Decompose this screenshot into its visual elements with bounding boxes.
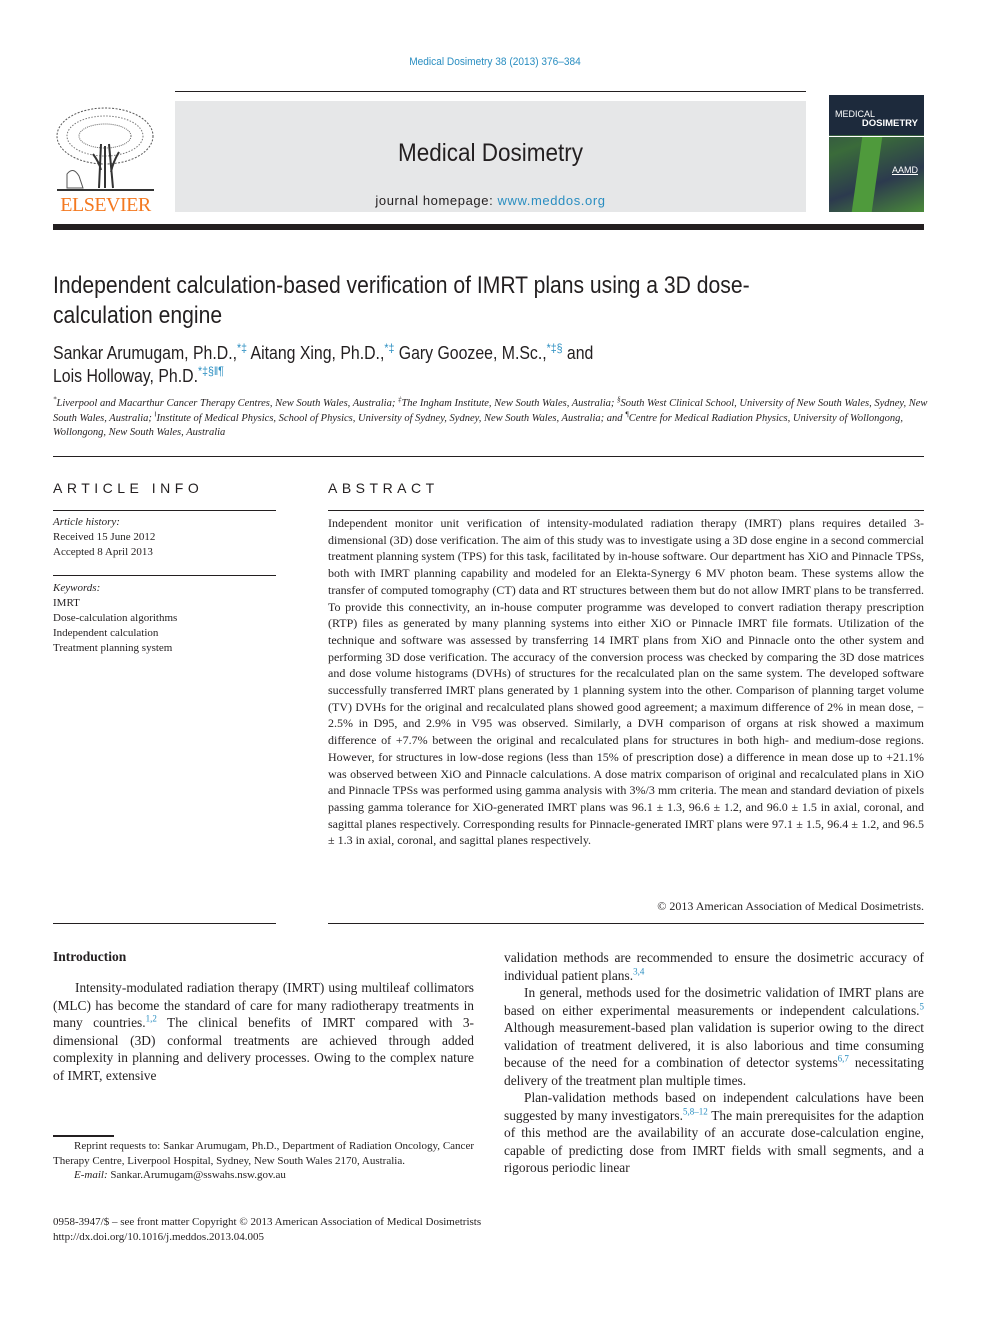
introduction-column-left: Intensity-modulated radiation therapy (I… <box>53 979 474 1084</box>
author-name[interactable]: Lois Holloway, Ph.D. <box>53 366 198 386</box>
issn-copyright: 0958-3947/$ – see front matter Copyright… <box>53 1216 482 1228</box>
page-footer: 0958-3947/$ – see front matter Copyright… <box>53 1215 613 1244</box>
divider <box>53 456 924 457</box>
journal-homepage: journal homepage: www.meddos.org <box>175 193 806 208</box>
author-name[interactable]: Aitang Xing, Ph.D., <box>251 343 385 363</box>
author-affiliation-marks[interactable]: *‡§ <box>547 341 563 355</box>
keyword: IMRT <box>53 597 80 609</box>
email-line: E-mail: Sankar.Arumugam@sswahs.nsw.gov.a… <box>53 1168 474 1183</box>
affiliations: *Liverpool and Macarthur Cancer Therapy … <box>53 396 933 441</box>
keywords-label: Keywords: <box>53 582 101 594</box>
author-affiliation-marks[interactable]: *‡ <box>237 341 247 355</box>
author-name[interactable]: Gary Goozee, M.Sc., <box>399 343 547 363</box>
history-label: Article history: <box>53 516 120 528</box>
author-list: Sankar Arumugam, Ph.D.,*‡ Aitang Xing, P… <box>53 342 845 388</box>
author-name[interactable]: Sankar Arumugam, Ph.D., <box>53 343 237 363</box>
article-title: Independent calculation-based verificati… <box>53 272 750 329</box>
citation-link[interactable]: 3,4 <box>633 966 644 976</box>
keyword: Dose-calculation algorithms <box>53 612 178 624</box>
divider <box>53 575 276 576</box>
abstract-heading: ABSTRACT <box>328 480 439 496</box>
divider <box>328 510 924 511</box>
reprint-requests: Reprint requests to: Sankar Arumugam, Ph… <box>53 1140 474 1167</box>
citation-link[interactable]: 5,8–12 <box>683 1106 708 1116</box>
divider <box>53 510 276 511</box>
footnote-rule <box>53 1135 114 1137</box>
journal-name: Medical Dosimetry <box>397 139 584 167</box>
introduction-heading: Introduction <box>53 949 127 964</box>
author-affiliation-marks[interactable]: *‡ <box>384 341 394 355</box>
affiliation: Liverpool and Macarthur Cancer Therapy C… <box>56 398 396 409</box>
citation-link[interactable]: 1,2 <box>146 1014 157 1024</box>
paragraph: In general, methods used for the dosimet… <box>504 984 924 1089</box>
homepage-label: journal homepage: <box>375 193 494 208</box>
keyword: Independent calculation <box>53 627 159 639</box>
cover-badge: AAMD <box>891 165 918 175</box>
keyword: Treatment planning system <box>53 642 173 654</box>
journal-cover[interactable]: MEDICAL DOSIMETRY AAMD <box>829 95 924 212</box>
email-label: E-mail: <box>74 1169 108 1181</box>
email-address[interactable]: Sankar.Arumugam@sswahs.nsw.gov.au <box>110 1169 286 1181</box>
doi-link[interactable]: http://dx.doi.org/10.1016/j.meddos.2013.… <box>53 1230 613 1245</box>
paragraph: Plan-validation methods based on indepen… <box>504 1089 924 1177</box>
abstract-copyright: © 2013 American Association of Medical D… <box>657 899 924 913</box>
affiliation: Institute of Medical Physics, School of … <box>156 412 623 424</box>
journal-citation[interactable]: Medical Dosimetry 38 (2013) 376–384 <box>40 56 951 68</box>
divider <box>53 923 276 924</box>
divider <box>328 923 924 924</box>
accepted-date: Accepted 8 April 2013 <box>53 546 153 558</box>
article-info-heading: ARTICLE INFO <box>53 480 204 496</box>
keywords: Keywords: IMRT Dose-calculation algorith… <box>53 581 276 656</box>
paragraph: validation methods are recommended to en… <box>504 949 924 984</box>
author-affiliation-marks[interactable]: *‡§‖¶ <box>198 364 224 378</box>
paragraph-text: In general, methods used for the dosimet… <box>504 985 924 1018</box>
citation-link[interactable]: 5 <box>920 1001 925 1011</box>
cover-title-line2: DOSIMETRY <box>861 118 918 129</box>
homepage-link[interactable]: www.meddos.org <box>498 193 606 208</box>
affiliation: The Ingham Institute, New South Wales, A… <box>401 398 615 409</box>
header-thick-rule <box>53 224 924 230</box>
abstract-text: Independent monitor unit verification of… <box>328 516 924 848</box>
journal-banner: Medical Dosimetry journal homepage: www.… <box>175 101 806 212</box>
introduction-column-right: validation methods are recommended to en… <box>504 949 924 1177</box>
article-history: Article history: Received 15 June 2012 A… <box>53 515 276 560</box>
author-conjunction: and <box>566 343 594 363</box>
paragraph-text: validation methods are recommended to en… <box>504 950 924 983</box>
footnote: Reprint requests to: Sankar Arumugam, Ph… <box>53 1139 474 1183</box>
publisher-name: ELSEVIER <box>60 194 151 216</box>
citation-link[interactable]: 6,7 <box>838 1054 849 1064</box>
received-date: Received 15 June 2012 <box>53 531 156 543</box>
header-rule <box>175 91 806 92</box>
elsevier-logo: ELSEVIER <box>53 104 158 216</box>
